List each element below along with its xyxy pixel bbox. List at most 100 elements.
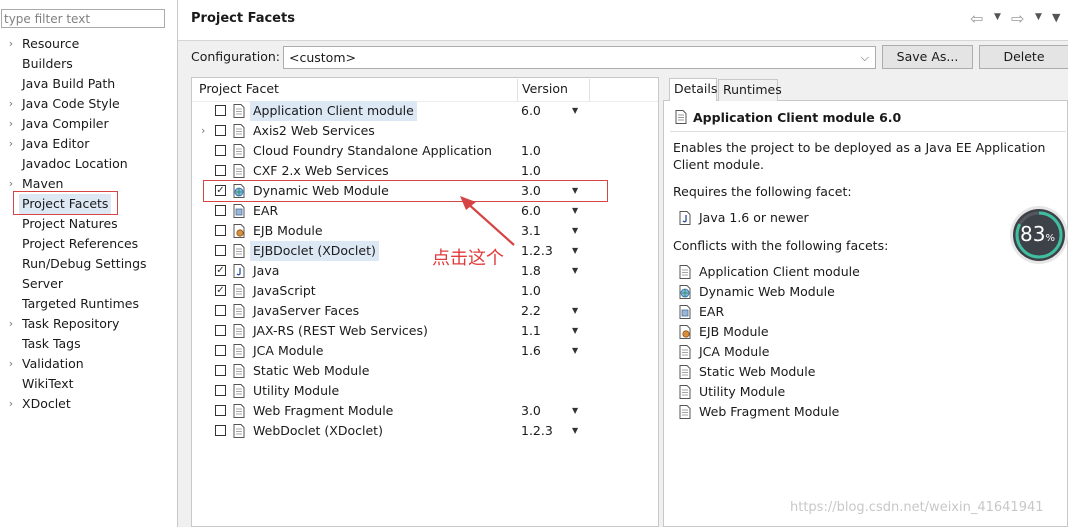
expand-chevron-icon[interactable]: › bbox=[6, 34, 16, 54]
facet-checkbox[interactable]: ✓ bbox=[215, 285, 226, 296]
facet-version[interactable]: 1.8 bbox=[521, 261, 541, 281]
expand-chevron-icon[interactable]: › bbox=[6, 314, 16, 334]
save-as-button[interactable]: Save As... bbox=[882, 45, 973, 69]
facet-row[interactable]: Utility Module bbox=[192, 381, 658, 401]
facet-row[interactable]: CXF 2.x Web Services 1.0 bbox=[192, 161, 658, 181]
facet-row[interactable]: Cloud Foundry Standalone Application 1.0 bbox=[192, 141, 658, 161]
facet-row[interactable]: ✓ Java 1.8 ▼ bbox=[192, 261, 658, 281]
expand-chevron-icon[interactable]: › bbox=[201, 121, 205, 141]
filter-input[interactable] bbox=[1, 9, 165, 28]
facet-checkbox[interactable] bbox=[215, 245, 226, 256]
sidebar-item[interactable]: Targeted Runtimes bbox=[0, 294, 170, 314]
sidebar-item[interactable]: › Java Compiler bbox=[0, 114, 170, 134]
facet-version: 1.0 bbox=[521, 283, 541, 298]
version-dropdown-icon[interactable]: ▼ bbox=[572, 421, 578, 441]
facet-row[interactable]: JCA Module 1.6 ▼ bbox=[192, 341, 658, 361]
facet-checkbox[interactable] bbox=[215, 405, 226, 416]
expand-chevron-icon[interactable]: › bbox=[6, 134, 16, 154]
sidebar-item[interactable]: › Java Editor bbox=[0, 134, 170, 154]
column-header-facet[interactable]: Project Facet bbox=[199, 79, 279, 99]
version-dropdown-icon[interactable]: ▼ bbox=[572, 101, 578, 121]
details-title: Application Client module 6.0 bbox=[693, 110, 902, 125]
sidebar-item[interactable]: Project Natures bbox=[0, 214, 170, 234]
sidebar-item[interactable]: › Task Repository bbox=[0, 314, 170, 334]
facet-checkbox[interactable] bbox=[215, 165, 226, 176]
sidebar-item[interactable]: WikiText bbox=[0, 374, 170, 394]
version-dropdown-icon[interactable]: ▼ bbox=[572, 301, 578, 321]
sidebar-item[interactable]: › XDoclet bbox=[0, 394, 170, 414]
facet-checkbox[interactable] bbox=[215, 385, 226, 396]
facet-row[interactable]: › Axis2 Web Services bbox=[192, 121, 658, 141]
sidebar-item[interactable]: Run/Debug Settings bbox=[0, 254, 170, 274]
back-dropdown-icon[interactable]: ▼ bbox=[994, 12, 1001, 22]
facet-row[interactable]: EAR 6.0 ▼ bbox=[192, 201, 658, 221]
facet-row[interactable]: WebDoclet (XDoclet) 1.2.3 ▼ bbox=[192, 421, 658, 441]
version-dropdown-icon[interactable]: ▼ bbox=[572, 401, 578, 421]
facet-row[interactable]: Application Client module 6.0 ▼ bbox=[192, 101, 658, 121]
sidebar-item[interactable]: Builders bbox=[0, 54, 170, 74]
version-dropdown-icon[interactable]: ▼ bbox=[572, 221, 578, 241]
facet-checkbox[interactable] bbox=[215, 205, 226, 216]
facet-checkbox[interactable] bbox=[215, 365, 226, 376]
version-dropdown-icon[interactable]: ▼ bbox=[572, 321, 578, 341]
delete-button[interactable]: Delete bbox=[979, 45, 1068, 69]
facet-version[interactable]: 1.1 bbox=[521, 321, 541, 341]
conflict-label: Utility Module bbox=[699, 384, 786, 399]
facet-row[interactable]: EJB Module 3.1 ▼ bbox=[192, 221, 658, 241]
facet-row[interactable]: JAX-RS (REST Web Services) 1.1 ▼ bbox=[192, 321, 658, 341]
facet-version[interactable]: 6.0 bbox=[521, 101, 541, 121]
sidebar-item[interactable]: › Resource bbox=[0, 34, 170, 54]
facet-version[interactable]: 2.2 bbox=[521, 301, 541, 321]
facet-version[interactable]: 3.0 bbox=[521, 401, 541, 421]
facet-checkbox[interactable] bbox=[215, 225, 226, 236]
conflict-item: JCA Module bbox=[677, 342, 977, 362]
facet-version[interactable]: 1.2.3 bbox=[521, 421, 553, 441]
sidebar-item[interactable]: Project References bbox=[0, 234, 170, 254]
expand-chevron-icon[interactable]: › bbox=[6, 114, 16, 134]
view-menu-icon[interactable]: ▼ bbox=[1052, 11, 1060, 24]
sidebar-item[interactable]: › Validation bbox=[0, 354, 170, 374]
facet-version[interactable]: 1.6 bbox=[521, 341, 541, 361]
sidebar-item[interactable]: Server bbox=[0, 274, 170, 294]
facet-checkbox[interactable]: ✓ bbox=[215, 265, 226, 276]
version-dropdown-icon[interactable]: ▼ bbox=[572, 201, 578, 221]
page-title: Project Facets bbox=[191, 11, 295, 26]
version-dropdown-icon[interactable]: ▼ bbox=[572, 341, 578, 361]
page-icon bbox=[675, 110, 687, 124]
facet-version[interactable]: 6.0 bbox=[521, 201, 541, 221]
facet-checkbox[interactable] bbox=[215, 425, 226, 436]
facet-row[interactable]: JavaServer Faces 2.2 ▼ bbox=[192, 301, 658, 321]
globe-icon bbox=[679, 285, 691, 299]
version-dropdown-icon[interactable]: ▼ bbox=[572, 241, 578, 261]
conflict-label: JCA Module bbox=[699, 344, 770, 359]
configuration-select[interactable]: <custom> ⌵ bbox=[283, 46, 876, 69]
version-dropdown-icon[interactable]: ▼ bbox=[572, 261, 578, 281]
facet-checkbox[interactable] bbox=[215, 145, 226, 156]
facet-checkbox[interactable] bbox=[215, 125, 226, 136]
conflict-label: Web Fragment Module bbox=[699, 404, 840, 419]
back-icon[interactable]: ⇦ bbox=[970, 9, 983, 29]
tab-details[interactable]: Details bbox=[669, 78, 717, 101]
forward-dropdown-icon[interactable]: ▼ bbox=[1035, 12, 1042, 22]
facet-version[interactable]: 1.2.3 bbox=[521, 241, 553, 261]
column-header-version[interactable]: Version bbox=[522, 79, 568, 99]
sidebar-item[interactable]: Javadoc Location bbox=[0, 154, 170, 174]
sidebar-item[interactable]: Task Tags bbox=[0, 334, 170, 354]
facet-row[interactable]: Static Web Module bbox=[192, 361, 658, 381]
expand-chevron-icon[interactable]: › bbox=[6, 394, 16, 414]
facet-checkbox[interactable] bbox=[215, 305, 226, 316]
facet-checkbox[interactable] bbox=[215, 105, 226, 116]
facet-checkbox[interactable] bbox=[215, 345, 226, 356]
sidebar-item[interactable]: Java Build Path bbox=[0, 74, 170, 94]
expand-chevron-icon[interactable]: › bbox=[6, 94, 16, 114]
facet-row[interactable]: EJBDoclet (XDoclet) 1.2.3 ▼ bbox=[192, 241, 658, 261]
facet-row[interactable]: ✓ JavaScript 1.0 bbox=[192, 281, 658, 301]
forward-icon[interactable]: ⇨ bbox=[1011, 9, 1024, 29]
expand-chevron-icon[interactable]: › bbox=[6, 354, 16, 374]
facet-version[interactable]: 3.1 bbox=[521, 221, 541, 241]
facet-checkbox[interactable] bbox=[215, 325, 226, 336]
facet-row[interactable]: Web Fragment Module 3.0 ▼ bbox=[192, 401, 658, 421]
sidebar-item[interactable]: › Java Code Style bbox=[0, 94, 170, 114]
tab-runtimes[interactable]: Runtimes bbox=[718, 79, 782, 101]
sidebar-item-label: Java Code Style bbox=[22, 96, 120, 111]
